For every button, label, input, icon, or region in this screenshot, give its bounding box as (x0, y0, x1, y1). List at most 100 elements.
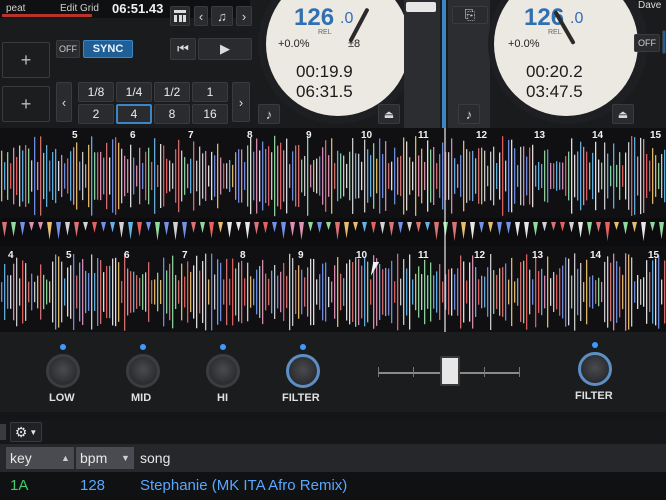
beat-marker: 5 (66, 250, 72, 261)
knob-indicator-dot (140, 344, 146, 350)
crossfader-tick (484, 367, 485, 377)
play-icon[interactable]: ▶ (198, 38, 252, 60)
beat-marker: 5 (72, 130, 78, 141)
hi-eq-knob[interactable] (206, 354, 240, 388)
loop-size-2[interactable]: 2 (78, 104, 114, 124)
edit-grid-button[interactable]: Edit Grid (60, 3, 99, 14)
loop-size-8[interactable]: 8 (154, 104, 190, 124)
repeat-label[interactable]: peat (6, 3, 25, 14)
upper-waveform-svg (1, 135, 666, 217)
left-pitch: +0.0% (278, 38, 310, 50)
off-button[interactable]: OFF (56, 40, 80, 58)
loop-prev-icon[interactable]: ‹ (56, 82, 72, 122)
track-progress-bar (2, 14, 92, 17)
track-song-title: Stephanie (MK ITA Afro Remix) (140, 477, 348, 494)
chevron-right-icon[interactable]: › (236, 6, 252, 26)
right-off-button[interactable]: OFF (634, 34, 660, 52)
knob-indicator-dot (300, 344, 306, 350)
loop-size-1-2[interactable]: 1/2 (154, 82, 190, 102)
deck-divider (442, 0, 446, 128)
right-remaining-time: 03:47.5 (526, 82, 583, 101)
left-bpm: 126 (294, 4, 335, 31)
right-rel-label: REL (548, 29, 562, 36)
right-eject-icon[interactable]: ⏏ (612, 104, 634, 124)
filter-knob-right[interactable] (578, 352, 612, 386)
add-cue-button-2[interactable]: + (2, 86, 50, 122)
beat-marker: 10 (361, 130, 373, 141)
beat-marker: 4 (8, 250, 14, 261)
library-gap (0, 412, 666, 420)
beat-marker: 8 (247, 130, 253, 141)
playhead-line (444, 128, 446, 332)
sync-button[interactable]: SYNC (83, 40, 133, 58)
beat-marker: 15 (648, 250, 660, 261)
beat-marker: 13 (534, 130, 546, 141)
right-key-lock-icon[interactable]: ♪ (458, 104, 480, 124)
mixer-strip: LOW MID HI FILTER FILTER (0, 332, 666, 412)
clock-display: 06:51.43 (112, 1, 164, 16)
beat-marker: 6 (130, 130, 136, 141)
beat-marker: 11 (418, 130, 429, 141)
filter-label-left: FILTER (282, 392, 320, 404)
beat-marker: 13 (532, 250, 544, 261)
beat-marker: 7 (188, 130, 194, 141)
knob-indicator-dot (592, 342, 598, 348)
left-eject-icon[interactable]: ⏏ (378, 104, 400, 124)
knob-indicator-dot (220, 344, 226, 350)
loop-next-icon[interactable]: › (232, 82, 250, 122)
crossfader-handle[interactable] (440, 356, 460, 386)
right-deck-title: Dave (638, 0, 662, 11)
track-bpm: 128 (80, 477, 106, 494)
beat-marker: 12 (474, 250, 486, 261)
beat-marker: 9 (298, 250, 304, 261)
left-key-lock-icon[interactable]: ♪ (258, 104, 280, 124)
loop-size-16[interactable]: 16 (192, 104, 228, 124)
beat-marker: 6 (124, 250, 130, 261)
right-pitch: +0.0% (508, 38, 540, 50)
skip-back-icon[interactable]: ⏮ (170, 38, 196, 60)
left-volume-meter (404, 0, 440, 128)
loop-size-1-8[interactable]: 1/8 (78, 82, 114, 102)
beat-marker: 14 (592, 130, 604, 141)
right-deck-menu-button[interactable]: ⎘ (452, 6, 488, 24)
column-song-label[interactable]: song (140, 450, 170, 466)
add-cue-button-1[interactable]: + (2, 42, 50, 78)
loop-size-1[interactable]: 1 (192, 82, 228, 102)
left-channel-fader-cap[interactable] (406, 2, 436, 12)
column-bpm-label: bpm (80, 450, 108, 466)
gear-icon[interactable]: ⚙ ▼ (10, 422, 42, 442)
lower-waveform-svg (1, 253, 666, 331)
music-note-icon[interactable]: ♫ (211, 6, 233, 26)
crossfader-tick (378, 367, 379, 377)
beat-marker: 7 (182, 250, 188, 261)
library-toolbar: ⚙ ▼ (0, 420, 666, 444)
beat-marker: 8 (240, 250, 246, 261)
mid-eq-knob[interactable] (126, 354, 160, 388)
deck-area: peat Edit Grid 06:51.43 ‹ ♫ › + + OFF SY… (0, 0, 666, 128)
loop-size-4-selected[interactable]: 4 (116, 104, 152, 124)
lower-waveform[interactable] (0, 246, 666, 332)
column-key-label: key (10, 450, 32, 466)
track-key: 1A (10, 477, 29, 494)
beat-marker: 11 (418, 250, 429, 261)
toolbar-edge (0, 424, 6, 440)
grid-icon[interactable] (170, 6, 190, 26)
filter-label-right: FILTER (575, 390, 613, 402)
beat-marker: 12 (476, 130, 488, 141)
filter-knob-left[interactable] (286, 354, 320, 388)
beat-marker: 10 (356, 250, 368, 261)
sort-arrow-down-icon: ▼ (121, 453, 130, 463)
overview-waveform[interactable] (0, 218, 666, 246)
right-sync-button-edge[interactable] (662, 30, 666, 54)
low-eq-knob[interactable] (46, 354, 80, 388)
beat-marker: 9 (306, 130, 312, 141)
left-remaining-time: 06:31.5 (296, 82, 353, 101)
loop-size-1-4[interactable]: 1/4 (116, 82, 152, 102)
left-rel-label: REL (318, 29, 332, 36)
upper-waveform[interactable] (0, 128, 666, 218)
crossfader-tick (413, 367, 414, 377)
hi-eq-label: HI (217, 392, 228, 404)
right-bpm-decimal: .0 (570, 10, 584, 27)
chevron-left-icon[interactable]: ‹ (194, 6, 208, 26)
left-bpm-decimal: .0 (340, 10, 354, 27)
